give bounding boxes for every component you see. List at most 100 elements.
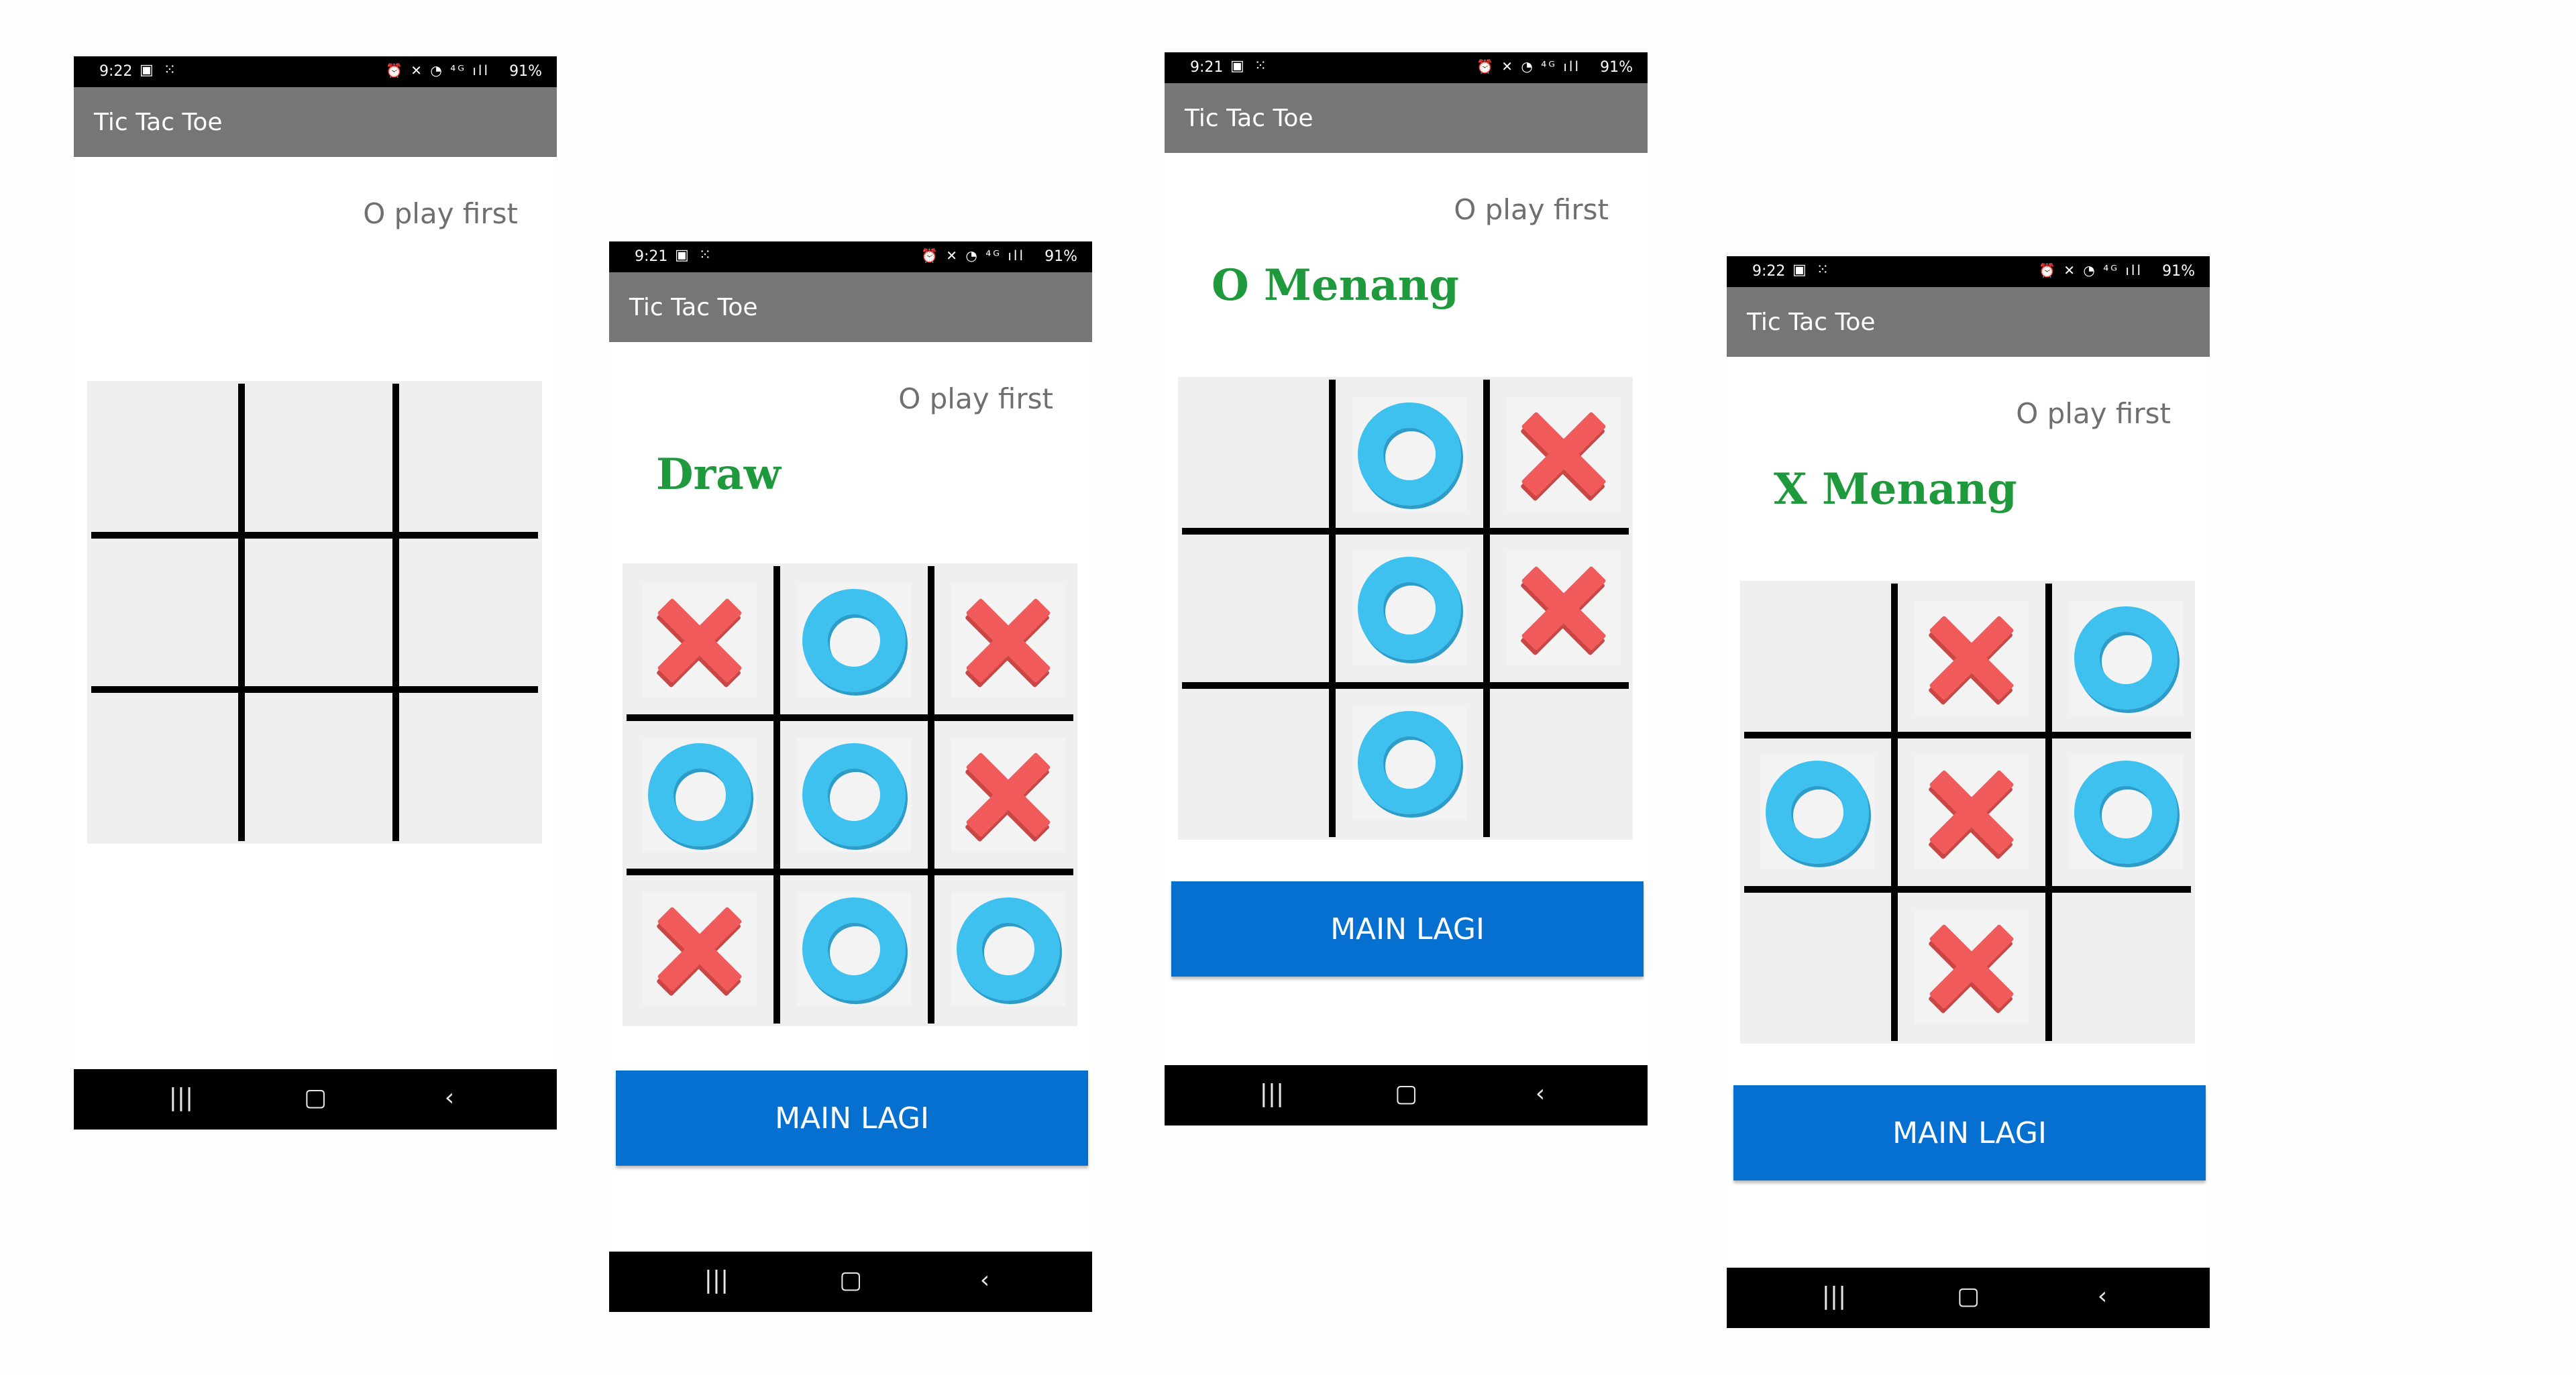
x-mark-icon[interactable] — [643, 584, 757, 698]
first-player-hint: O play first — [363, 197, 518, 230]
notification-icons: ▣ ⁙ — [140, 62, 179, 78]
game-board — [87, 381, 542, 844]
board-cell-empty[interactable] — [1507, 706, 1621, 820]
home-icon[interactable]: ▢ — [295, 1084, 335, 1111]
board-cell-empty[interactable] — [262, 555, 376, 669]
x-mark-icon[interactable] — [951, 584, 1065, 698]
battery-level: 91% — [1044, 248, 1077, 265]
grid-line-vertical — [1329, 380, 1336, 837]
phone-screen-o-wins: 9:21 ▣ ⁙ ⏰ ✕ ◔ ⁴ᴳ ıll 91% Tic Tac Toe O … — [1165, 52, 1648, 1125]
board-cell-empty[interactable] — [1198, 397, 1312, 511]
x-mark-icon[interactable] — [1915, 910, 2029, 1024]
nav-bar: ||| ▢ ‹ — [1165, 1065, 1648, 1125]
board-cell-empty[interactable] — [107, 555, 221, 669]
home-icon[interactable]: ▢ — [1948, 1282, 1988, 1310]
grid-line-vertical — [928, 566, 934, 1024]
o-mark-icon[interactable] — [643, 738, 757, 852]
o-mark-icon[interactable] — [797, 584, 911, 698]
status-time: 9:21 — [635, 248, 668, 265]
grid-line-vertical — [2045, 584, 2052, 1041]
game-board — [1740, 581, 2195, 1044]
board-cell-empty[interactable] — [416, 555, 530, 669]
o-mark-icon[interactable] — [951, 892, 1065, 1006]
home-icon[interactable]: ▢ — [1386, 1080, 1426, 1107]
back-icon[interactable]: ‹ — [1520, 1080, 1560, 1107]
grid-line-vertical — [1483, 380, 1490, 837]
x-mark-icon[interactable] — [643, 892, 757, 1006]
phone-screen-empty: 9:22 ▣ ⁙ ⏰ ✕ ◔ ⁴ᴳ ıll 91% Tic Tac Toe O … — [74, 56, 557, 1130]
phone-screen-draw: 9:21 ▣ ⁙ ⏰ ✕ ◔ ⁴ᴳ ıll 91% Tic Tac Toe O … — [609, 241, 1092, 1312]
o-mark-icon[interactable] — [1352, 397, 1466, 511]
phone-screen-x-wins: 9:22 ▣ ⁙ ⏰ ✕ ◔ ⁴ᴳ ıll 91% Tic Tac Toe O … — [1727, 256, 2210, 1328]
status-bar: 9:22 ▣ ⁙ ⏰ ✕ ◔ ⁴ᴳ ıll 91% — [74, 56, 557, 87]
recents-icon[interactable]: ||| — [161, 1084, 201, 1111]
app-bar: Tic Tac Toe — [1727, 287, 2210, 357]
grid-line-horizontal — [627, 714, 1073, 721]
status-bar: 9:21 ▣ ⁙ ⏰ ✕ ◔ ⁴ᴳ ıll 91% — [1165, 52, 1648, 83]
system-icons: ⏰ ✕ ◔ ⁴ᴳ ıll — [2039, 262, 2143, 278]
board-cell-empty[interactable] — [1198, 551, 1312, 665]
o-mark-icon[interactable] — [797, 892, 911, 1006]
play-again-button[interactable]: MAIN LAGI — [616, 1070, 1088, 1166]
board-cell-empty[interactable] — [2069, 910, 2183, 1024]
grid-line-horizontal — [1744, 732, 2191, 738]
grid-line-vertical — [1891, 584, 1898, 1041]
play-again-button[interactable]: MAIN LAGI — [1733, 1085, 2206, 1180]
board-cell-empty[interactable] — [262, 710, 376, 824]
x-mark-icon[interactable] — [951, 738, 1065, 852]
board-cell-empty[interactable] — [416, 710, 530, 824]
app-title: Tic Tac Toe — [629, 294, 758, 321]
back-icon[interactable]: ‹ — [965, 1266, 1005, 1294]
result-text: X Menang — [1774, 464, 2017, 514]
app-bar: Tic Tac Toe — [609, 272, 1092, 342]
recents-icon[interactable]: ||| — [1814, 1282, 1854, 1310]
system-icons: ⏰ ✕ ◔ ⁴ᴳ ıll — [1477, 58, 1580, 74]
app-title: Tic Tac Toe — [1185, 105, 1313, 132]
notification-icons: ▣ ⁙ — [675, 247, 714, 264]
nav-bar: ||| ▢ ‹ — [74, 1069, 557, 1130]
app-bar: Tic Tac Toe — [1165, 83, 1648, 153]
game-board — [1178, 377, 1633, 840]
home-icon[interactable]: ▢ — [830, 1266, 871, 1294]
recents-icon[interactable]: ||| — [1252, 1080, 1292, 1107]
grid-line-horizontal — [1744, 886, 2191, 893]
o-mark-icon[interactable] — [1760, 755, 1874, 869]
board-cell-empty[interactable] — [107, 710, 221, 824]
game-board — [623, 563, 1077, 1026]
board-cell-empty[interactable] — [416, 401, 530, 515]
o-mark-icon[interactable] — [1352, 551, 1466, 665]
board-cell-empty[interactable] — [1198, 706, 1312, 820]
x-mark-icon[interactable] — [1915, 601, 2029, 715]
board-cell-empty[interactable] — [262, 401, 376, 515]
result-text: Draw — [656, 449, 781, 500]
grid-line-vertical — [773, 566, 780, 1024]
result-text: O Menang — [1212, 260, 1459, 311]
grid-line-vertical — [392, 384, 399, 841]
play-again-button[interactable]: MAIN LAGI — [1171, 881, 1644, 977]
o-mark-icon[interactable] — [2069, 601, 2183, 715]
o-mark-icon[interactable] — [797, 738, 911, 852]
grid-line-horizontal — [1182, 528, 1629, 535]
x-mark-icon[interactable] — [1507, 397, 1621, 511]
app-title: Tic Tac Toe — [94, 109, 223, 136]
first-player-hint: O play first — [2016, 397, 2171, 430]
back-icon[interactable]: ‹ — [429, 1084, 470, 1111]
o-mark-icon[interactable] — [2069, 755, 2183, 869]
x-mark-icon[interactable] — [1915, 755, 2029, 869]
nav-bar: ||| ▢ ‹ — [609, 1252, 1092, 1312]
board-cell-empty[interactable] — [107, 401, 221, 515]
x-mark-icon[interactable] — [1507, 551, 1621, 665]
grid-line-horizontal — [91, 532, 538, 539]
first-player-hint: O play first — [1454, 193, 1609, 226]
board-cell-empty[interactable] — [1760, 601, 1874, 715]
first-player-hint: O play first — [898, 382, 1053, 415]
back-icon[interactable]: ‹ — [2082, 1282, 2123, 1310]
grid-line-horizontal — [91, 686, 538, 693]
battery-level: 91% — [1600, 59, 1633, 76]
grid-line-vertical — [238, 384, 245, 841]
o-mark-icon[interactable] — [1352, 706, 1466, 820]
recents-icon[interactable]: ||| — [696, 1266, 737, 1294]
system-icons: ⏰ ✕ ◔ ⁴ᴳ ıll — [386, 62, 490, 78]
grid-line-horizontal — [1182, 682, 1629, 689]
board-cell-empty[interactable] — [1760, 910, 1874, 1024]
